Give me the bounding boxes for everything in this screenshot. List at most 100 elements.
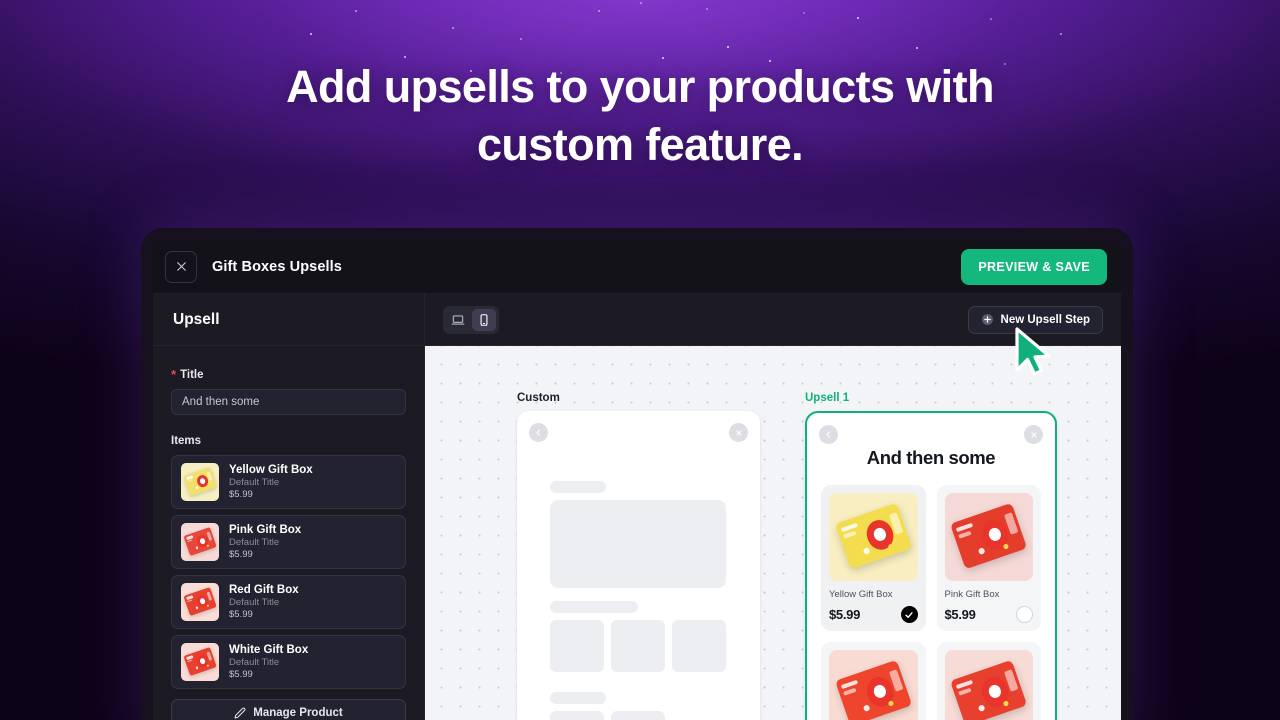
- skeleton-tile: [550, 711, 604, 720]
- product-thumbnail: [181, 583, 219, 621]
- product-variant: Default Title: [229, 597, 299, 608]
- product-image: [829, 493, 918, 581]
- product-variant: Default Title: [229, 477, 313, 488]
- upsell-product-card[interactable]: Pink Gift Box $5.99: [937, 485, 1042, 631]
- hero-heading-line-1: Add upsells to your products with: [286, 61, 994, 112]
- product-price: $5.99: [945, 607, 976, 622]
- product-thumbnail: [181, 463, 219, 501]
- product-selected-toggle[interactable]: [901, 606, 918, 623]
- list-item[interactable]: White Gift Box Default Title $5.99: [171, 635, 406, 689]
- product-price: $5.99: [229, 549, 301, 560]
- items-list: Yellow Gift Box Default Title $5.99 Pink Gi…: [171, 455, 406, 689]
- arrow-left-circle-icon: [534, 428, 543, 437]
- product-selected-toggle[interactable]: [1016, 606, 1033, 623]
- product-thumbnail: [181, 523, 219, 561]
- check-icon: [904, 610, 914, 620]
- close-circle-icon: [1030, 431, 1038, 439]
- upsell-preview-heading: And then some: [807, 447, 1055, 469]
- product-name: Pink Gift Box: [945, 589, 1034, 600]
- upsell-close-button[interactable]: [1024, 425, 1043, 444]
- sidebar-header: Upsell: [153, 294, 424, 346]
- skeleton-tile: [611, 620, 665, 672]
- product-image: [829, 650, 918, 720]
- step-upsell-1[interactable]: Upsell 1 And then some Yellow Gift Box $…: [805, 392, 1057, 720]
- upsell-product-card[interactable]: Yellow Gift Box $5.99: [821, 485, 926, 631]
- new-upsell-step-label: New Upsell Step: [1001, 314, 1090, 326]
- skeleton-block: [550, 500, 726, 588]
- device-toggle: [443, 306, 499, 334]
- app-title: Gift Boxes Upsells: [212, 259, 342, 275]
- upsell-back-button[interactable]: [819, 425, 838, 444]
- app-topbar: Gift Boxes Upsells PREVIEW & SAVE: [153, 240, 1121, 294]
- list-item[interactable]: Yellow Gift Box Default Title $5.99: [171, 455, 406, 509]
- product-info: White Gift Box Default Title $5.99: [229, 644, 308, 680]
- arrow-left-circle-icon: [824, 430, 833, 439]
- manage-product-label: Manage Product: [253, 707, 342, 719]
- hero-heading-line-2: custom feature.: [477, 119, 803, 170]
- product-price: $5.99: [829, 607, 860, 622]
- product-footer: $5.99: [945, 606, 1034, 623]
- product-price: $5.99: [229, 489, 313, 500]
- skeleton-tile: [672, 620, 726, 672]
- product-thumbnail: [181, 643, 219, 681]
- close-button[interactable]: [165, 251, 197, 283]
- upsell-product-card[interactable]: Red Gift Box$5.99: [821, 642, 926, 720]
- mouse-cursor: [1012, 326, 1054, 383]
- step-upsell-1-label: Upsell 1: [805, 392, 1057, 404]
- desktop-view-button[interactable]: [446, 309, 470, 331]
- product-variant: Default Title: [229, 657, 308, 668]
- app-body: Upsell * Title Items Yellow Gift BoxDefa…: [153, 294, 1121, 720]
- custom-back-button[interactable]: [529, 423, 548, 442]
- desktop-icon: [451, 313, 465, 327]
- items-section-label: Items: [171, 435, 406, 447]
- plus-circle-icon: [981, 313, 994, 326]
- required-marker: *: [171, 368, 176, 381]
- product-image: [945, 493, 1034, 581]
- product-name: White Gift Box: [229, 644, 308, 656]
- preview-and-save-button[interactable]: PREVIEW & SAVE: [961, 249, 1107, 285]
- step-custom-label: Custom: [517, 392, 760, 404]
- product-price: $5.99: [229, 669, 308, 680]
- sidebar-heading: Upsell: [173, 311, 220, 329]
- skeleton-line: [550, 481, 606, 493]
- title-label-text: Title: [180, 369, 203, 381]
- sidebar: Upsell * Title Items Yellow Gift BoxDefa…: [153, 294, 425, 720]
- product-name: Yellow Gift Box: [829, 589, 918, 600]
- custom-close-button[interactable]: [729, 423, 748, 442]
- skeleton-tile: [611, 711, 665, 720]
- product-info: Pink Gift Box Default Title $5.99: [229, 524, 301, 560]
- title-input[interactable]: [171, 389, 406, 415]
- product-info: Red Gift Box Default Title $5.99: [229, 584, 299, 620]
- skeleton-line: [550, 692, 606, 704]
- editor-canvas[interactable]: Custom Upsell 1 And then some Yellow Gif…: [425, 346, 1121, 720]
- product-price: $5.99: [229, 609, 299, 620]
- page-title: Add upsells to your products with custom…: [0, 58, 1280, 173]
- close-circle-icon: [735, 429, 743, 437]
- skeleton-line: [550, 601, 638, 613]
- upsell-product-card[interactable]: White Gift Box$5.99: [937, 642, 1042, 720]
- upsell-product-grid: Yellow Gift Box $5.99 Pink Gift Box $5.99 Re…: [807, 469, 1055, 720]
- screenshot-root: Add upsells to your products with custom…: [0, 0, 1280, 720]
- step-custom[interactable]: Custom: [517, 392, 760, 720]
- step-custom-preview[interactable]: [517, 411, 760, 720]
- list-item[interactable]: Red Gift Box Default Title $5.99: [171, 575, 406, 629]
- manage-product-button[interactable]: Manage Product: [171, 699, 406, 720]
- list-item[interactable]: Pink Gift Box Default Title $5.99: [171, 515, 406, 569]
- close-icon: [175, 260, 188, 273]
- skeleton-tile: [550, 620, 604, 672]
- pencil-icon: [234, 707, 246, 719]
- title-field-label: * Title: [171, 368, 406, 381]
- product-footer: $5.99: [829, 606, 918, 623]
- mobile-view-button[interactable]: [472, 309, 496, 331]
- product-name: Pink Gift Box: [229, 524, 301, 536]
- app-window: Gift Boxes Upsells PREVIEW & SAVE Upsell…: [153, 240, 1121, 720]
- app-window-frame: Gift Boxes Upsells PREVIEW & SAVE Upsell…: [141, 228, 1133, 720]
- product-name: Red Gift Box: [229, 584, 299, 596]
- product-info: Yellow Gift Box Default Title $5.99: [229, 464, 313, 500]
- product-variant: Default Title: [229, 537, 301, 548]
- product-image: [945, 650, 1034, 720]
- mobile-icon: [477, 313, 491, 327]
- product-name: Yellow Gift Box: [229, 464, 313, 476]
- sidebar-content: * Title Items Yellow Gift BoxDefault Tit…: [153, 346, 424, 720]
- step-upsell-1-preview[interactable]: And then some Yellow Gift Box $5.99 Pink G…: [805, 411, 1057, 720]
